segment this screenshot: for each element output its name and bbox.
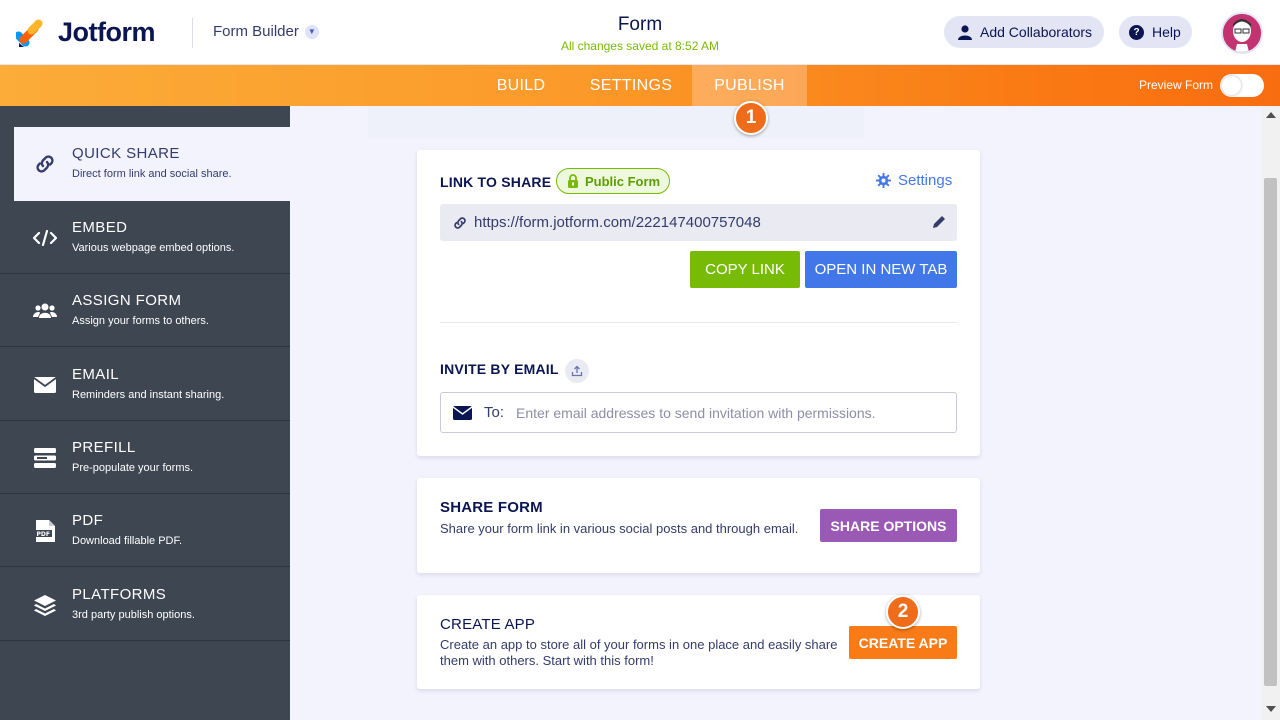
sidebar-item-assign-form[interactable]: ASSIGN FORM Assign your forms to others. [0,274,290,347]
share-form-desc: Share your form link in various social p… [440,521,799,536]
preview-form-label: Preview Form [1139,78,1214,92]
add-collaborators-button[interactable]: Add Collaborators [944,16,1104,48]
to-label: To: [484,404,505,421]
envelope-icon [453,405,472,420]
help-label: Help [1152,24,1181,40]
avatar-image [1223,14,1261,52]
open-in-new-tab-button[interactable]: OPEN IN NEW TAB [805,251,957,288]
lock-icon [568,174,578,188]
public-form-label: Public Form [585,173,661,189]
step-badge-1: 1 [734,101,768,135]
tab-build[interactable]: BUILD [476,65,566,106]
create-app-desc: Create an app to store all of your forms… [440,637,838,668]
logo-text: Jotform [58,16,156,47]
header-divider [192,18,193,48]
avatar[interactable] [1221,12,1263,54]
sidebar-item-desc: Assign your forms to others. [72,315,209,327]
pdf-icon: PDF [32,518,58,544]
link-icon [454,216,466,229]
sidebar-item-desc: Download fillable PDF. [72,535,183,547]
sidebar-item-pdf[interactable]: PDF PDF Download fillable PDF. [0,494,290,567]
sidebar-item-embed[interactable]: EMBED Various webpage embed options. [0,201,290,274]
public-form-badge[interactable]: Public Form [556,168,670,194]
svg-text:PDF: PDF [37,531,50,538]
sidebar-item-title: EMAIL [72,366,120,383]
sidebar-item-title: EMBED [72,219,128,236]
invite-by-email-title: INVITE BY EMAIL [440,361,559,377]
sidebar-item-title: PREFILL [72,439,136,456]
publish-sidebar: QUICK SHARE Direct form link and social … [0,106,290,720]
user-icon [958,24,972,40]
code-icon [32,225,58,251]
preview-form-toggle[interactable] [1220,74,1264,97]
sidebar-item-prefill[interactable]: PREFILL Pre-populate your forms. [0,421,290,494]
form-builder-dropdown[interactable]: Form Builder ▼ [213,23,319,40]
top-header: Jotform Form Builder ▼ Form All changes … [0,0,1280,65]
publish-header-strip [368,106,864,138]
envelope-icon [32,372,58,398]
sidebar-item-title: ASSIGN FORM [72,292,182,309]
sidebar-item-platforms[interactable]: PLATFORMS 3rd party publish options. [0,568,290,641]
link-settings-button[interactable]: Settings [876,172,952,189]
link-icon [32,151,58,177]
toggle-knob [1222,76,1241,95]
builder-navbar: BUILD SETTINGS PUBLISH Preview Form [0,65,1280,106]
scroll-down-arrow-icon[interactable] [1266,706,1276,712]
form-url: https://form.jotform.com/222147400757048 [474,214,761,231]
sidebar-item-desc: Various webpage embed options. [72,242,235,254]
sidebar-item-desc: Pre-populate your forms. [72,462,194,474]
share-form-title: SHARE FORM [440,499,543,516]
prefill-icon [32,445,58,471]
sidebar-item-title: PDF [72,512,104,529]
sidebar-item-desc: Reminders and instant sharing. [72,389,225,401]
settings-label: Settings [898,172,953,189]
create-app-button[interactable]: CREATE APP [849,626,957,659]
create-app-title: CREATE APP [440,616,536,633]
chevron-down-icon: ▼ [304,24,319,39]
scroll-up-arrow-icon[interactable] [1266,112,1276,118]
link-to-share-card: LINK TO SHARE Public Form Settings https… [417,150,980,456]
sidebar-item-desc: 3rd party publish options. [72,609,195,621]
section-divider [440,322,957,323]
pencil-icon[interactable] [931,214,947,230]
layers-icon [32,592,58,618]
jotform-logo[interactable]: Jotform [16,16,156,48]
email-placeholder: Enter email addresses to send invitation… [516,404,876,421]
question-icon: ? [1129,24,1144,40]
invite-email-field[interactable]: To: Enter email addresses to send invita… [440,392,957,433]
sidebar-item-quick-share[interactable]: QUICK SHARE Direct form link and social … [14,127,290,201]
help-button[interactable]: ? Help [1119,16,1192,48]
step-badge-2: 2 [886,595,920,629]
upload-icon[interactable] [565,359,589,383]
link-to-share-title: LINK TO SHARE [440,174,552,190]
tab-settings[interactable]: SETTINGS [577,65,685,106]
scrollbar-thumb[interactable] [1264,178,1277,686]
sidebar-item-email[interactable]: EMAIL Reminders and instant sharing. [0,348,290,421]
save-status: All changes saved at 8:52 AM [560,39,720,53]
sidebar-item-desc: Direct form link and social share. [72,168,232,180]
sidebar-item-title: QUICK SHARE [72,145,180,162]
users-icon [32,298,58,324]
add-collaborators-label: Add Collaborators [980,24,1093,40]
sidebar-item-title: PLATFORMS [72,586,167,603]
share-form-card: SHARE FORM Share your form link in vario… [417,478,980,573]
gear-icon [876,173,891,188]
share-options-button[interactable]: SHARE OPTIONS [820,509,957,542]
form-builder-label: Form Builder [213,23,299,40]
tab-publish[interactable]: PUBLISH [692,65,807,106]
form-url-field[interactable]: https://form.jotform.com/222147400757048 [440,204,957,241]
copy-link-button[interactable]: COPY LINK [690,251,800,288]
form-title[interactable]: Form [540,14,740,36]
jotform-logo-icon [16,19,43,47]
